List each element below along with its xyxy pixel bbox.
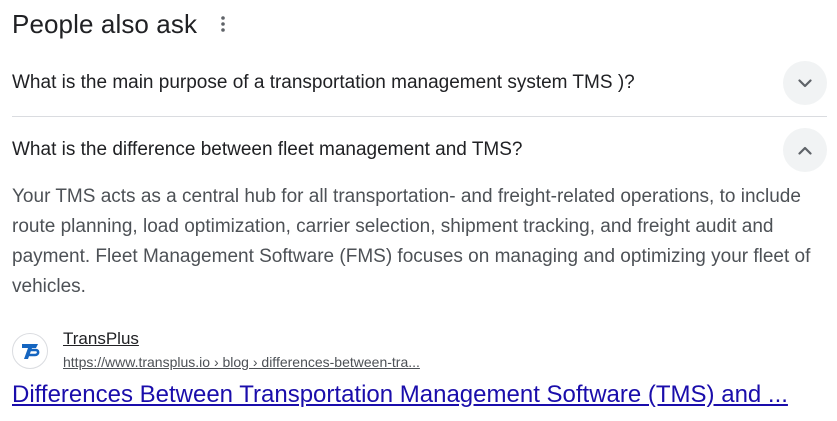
- transplus-logo-icon: [22, 344, 40, 359]
- source-name[interactable]: TransPlus: [63, 328, 420, 350]
- collapse-button[interactable]: [783, 128, 827, 172]
- question-row-expanded[interactable]: What is the difference between fleet man…: [12, 117, 827, 183]
- result-title-link[interactable]: Differences Between Transportation Manag…: [12, 381, 788, 409]
- source-meta: TransPlus https://www.transplus.io › blo…: [63, 328, 420, 373]
- more-vert-icon: [221, 16, 225, 32]
- question-row[interactable]: What is the main purpose of a transporta…: [12, 50, 827, 116]
- question-text: What is the main purpose of a transporta…: [12, 72, 635, 93]
- chevron-up-icon: [798, 146, 812, 155]
- more-options-button[interactable]: [211, 9, 235, 39]
- paa-header: People also ask: [12, 6, 235, 42]
- source-attribution[interactable]: TransPlus https://www.transplus.io › blo…: [12, 328, 420, 373]
- source-url[interactable]: https://www.transplus.io › blog › differ…: [63, 351, 420, 373]
- favicon: [12, 333, 48, 369]
- expand-button[interactable]: [783, 61, 827, 105]
- chevron-down-icon: [798, 78, 812, 87]
- question-text: What is the difference between fleet man…: [12, 139, 523, 160]
- paa-title: People also ask: [12, 8, 198, 39]
- answer-snippet: Your TMS acts as a central hub for all t…: [12, 186, 811, 297]
